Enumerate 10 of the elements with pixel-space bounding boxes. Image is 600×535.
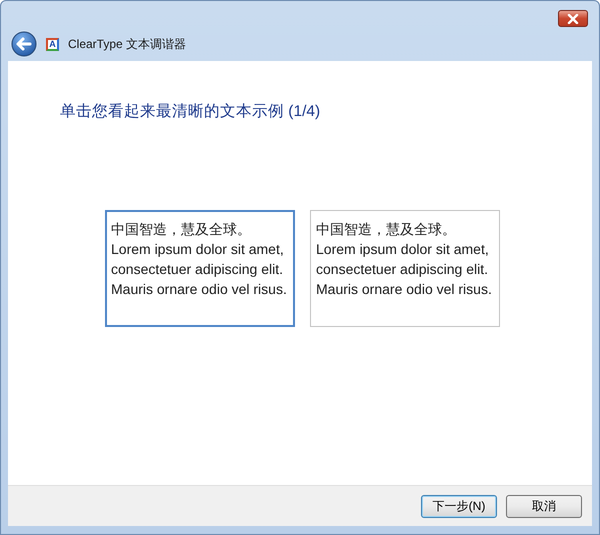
text-sample[interactable]: 中国智造，慧及全球。 Lorem ipsum dolor sit amet, consectetuer adipiscing elit. Mauris ornare odio vel risus. [105,210,295,327]
app-icon: A [46,38,59,50]
close-button[interactable] [558,10,588,27]
window-title: ClearType 文本调谐器 [68,36,186,52]
text-sample[interactable]: 中国智造，慧及全球。 Lorem ipsum dolor sit amet, consectetuer adipiscing elit. Mauris ornare odio vel risus. [310,210,500,327]
next-button[interactable]: 下一步(N) [421,494,497,518]
back-button[interactable] [11,31,37,57]
cancel-button[interactable]: 取消 [506,494,582,518]
instruction-heading: 单击您看起来最清晰的文本示例 (1/4) [60,102,322,122]
close-icon [567,14,579,24]
